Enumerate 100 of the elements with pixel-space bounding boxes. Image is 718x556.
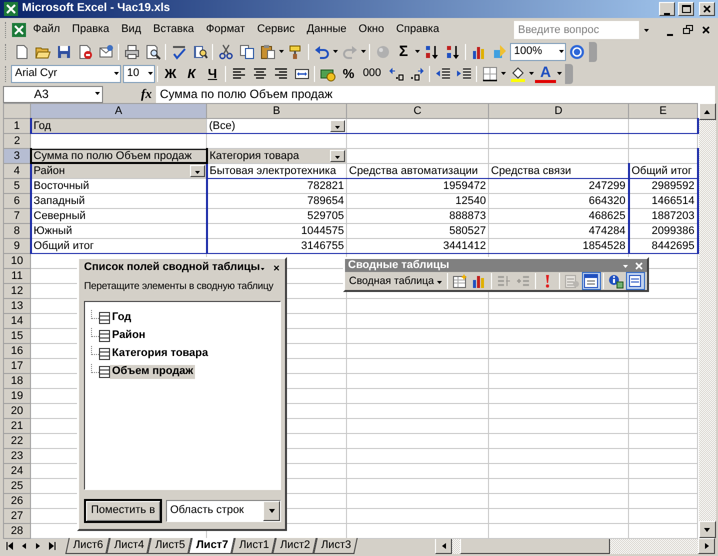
print-icon[interactable] xyxy=(124,44,140,60)
help-icon[interactable] xyxy=(568,44,584,60)
row-header[interactable]: 8 xyxy=(4,224,30,238)
field-item[interactable]: Категория товара xyxy=(110,347,210,361)
scrollbar-thumb[interactable] xyxy=(460,538,610,554)
borders-icon[interactable] xyxy=(482,66,498,82)
row-header[interactable]: 18 xyxy=(4,374,30,388)
menu-item[interactable]: Сервис xyxy=(251,22,301,36)
scroll-up-button[interactable] xyxy=(698,103,716,120)
italic-button[interactable]: К xyxy=(181,64,202,84)
field-item[interactable]: Год xyxy=(110,311,134,325)
sheet-tab[interactable]: Лист6 xyxy=(65,538,110,554)
scrollbar-track[interactable] xyxy=(452,538,460,554)
spelling-icon[interactable] xyxy=(170,44,186,60)
row-header[interactable]: 14 xyxy=(4,314,30,328)
field-item[interactable]: Объем продаж xyxy=(110,365,196,379)
underline-button[interactable]: Ч xyxy=(202,64,223,84)
menu-item[interactable]: Данные xyxy=(300,22,353,36)
pivot-table-menu[interactable]: Сводная таблица xyxy=(347,274,445,288)
row-header[interactable]: 4 xyxy=(4,164,30,178)
pivot-field-button[interactable]: Район xyxy=(30,164,206,178)
sheet-tab[interactable]: Лист3 xyxy=(314,538,358,554)
scroll-down-button[interactable] xyxy=(698,521,716,538)
font-size-dropdown[interactable]: 10 xyxy=(123,65,155,83)
formula-field[interactable]: Сумма по полю Объем продаж xyxy=(156,86,715,102)
row-header[interactable]: 21 xyxy=(4,418,30,434)
sheet-tab[interactable]: Лист7 xyxy=(188,538,235,554)
close-icon[interactable] xyxy=(700,24,712,36)
menu-item[interactable]: Файл xyxy=(27,22,66,36)
row-header[interactable]: 20 xyxy=(4,404,30,418)
row-header[interactable]: 17 xyxy=(4,358,30,374)
font-color-button[interactable]: A xyxy=(535,65,556,83)
column-header[interactable]: C xyxy=(346,104,488,118)
row-header[interactable]: 15 xyxy=(4,328,30,344)
field-icon[interactable] xyxy=(99,348,110,360)
scroll-right-button[interactable] xyxy=(698,538,715,554)
dropdown-button[interactable] xyxy=(330,120,345,132)
row-header[interactable]: 3 xyxy=(4,148,30,164)
area-dropdown[interactable]: Область строк xyxy=(166,500,281,522)
menu-item[interactable]: Окно xyxy=(352,22,390,36)
name-box[interactable]: A3 xyxy=(3,86,103,102)
undo-icon[interactable] xyxy=(314,44,330,60)
permission-icon[interactable] xyxy=(76,44,92,60)
menu-item[interactable]: Вставка xyxy=(147,22,200,36)
row-header[interactable]: 19 xyxy=(4,388,30,404)
bold-button[interactable]: Ж xyxy=(160,64,181,84)
row-header[interactable]: 27 xyxy=(4,508,30,524)
copy-icon[interactable] xyxy=(238,44,254,60)
column-header[interactable]: B xyxy=(206,104,346,118)
spreadsheet-document-icon[interactable] xyxy=(11,22,27,38)
save-icon[interactable] xyxy=(56,44,72,60)
function-button[interactable]: fx xyxy=(141,86,152,102)
paste-icon[interactable] xyxy=(260,44,276,60)
row-header[interactable]: 12 xyxy=(4,284,30,298)
column-header[interactable]: E xyxy=(628,104,698,118)
row-header[interactable]: 5 xyxy=(4,178,30,194)
arrow-icon[interactable] xyxy=(5,541,15,551)
arrow-icon[interactable] xyxy=(47,541,57,551)
chart-icon[interactable] xyxy=(470,44,486,60)
column-header[interactable]: A xyxy=(30,104,206,118)
sheet-tab[interactable]: Лист1 xyxy=(232,538,276,554)
menu-item[interactable]: Вид xyxy=(115,22,148,36)
row-header[interactable]: 23 xyxy=(4,448,30,464)
print-preview-icon[interactable] xyxy=(144,44,160,60)
menu-item[interactable]: Справка xyxy=(390,22,446,36)
row-header[interactable]: 25 xyxy=(4,478,30,494)
dropdown-button[interactable] xyxy=(330,150,345,162)
decrease-decimal-icon[interactable] xyxy=(408,66,424,82)
scroll-left-button[interactable] xyxy=(435,538,452,554)
restore-icon[interactable] xyxy=(682,24,694,36)
pivot-field-button[interactable]: Категория товара xyxy=(206,148,346,164)
row-header[interactable]: 26 xyxy=(4,494,30,508)
new-document-icon[interactable] xyxy=(14,44,30,60)
fill-color-icon[interactable] xyxy=(510,66,526,82)
cut-icon[interactable] xyxy=(218,44,234,60)
row-header[interactable]: 6 xyxy=(4,194,30,208)
row-header[interactable]: 13 xyxy=(4,298,30,314)
row-header[interactable]: 10 xyxy=(4,254,30,268)
merge-center-icon[interactable] xyxy=(294,66,310,82)
field-item[interactable]: Район xyxy=(110,329,148,343)
add-to-button[interactable]: Поместить в xyxy=(84,499,162,523)
field-icon[interactable] xyxy=(99,330,110,342)
font-name-dropdown[interactable]: Arial Cyr xyxy=(11,65,121,83)
help-search-field[interactable]: Введите вопрос xyxy=(514,20,639,38)
pivot-data-field[interactable]: Сумма по полю Объем продаж xyxy=(30,148,206,164)
dropdown-button[interactable] xyxy=(190,165,204,177)
row-header[interactable]: 28 xyxy=(4,524,30,538)
row-header[interactable]: 11 xyxy=(4,268,30,284)
sort-ascending-icon[interactable] xyxy=(424,44,440,60)
row-header[interactable]: 7 xyxy=(4,208,30,224)
row-header[interactable]: 22 xyxy=(4,434,30,448)
row-header[interactable]: 1 xyxy=(4,118,30,134)
zoom-dropdown[interactable]: 100% xyxy=(510,43,566,61)
menu-item[interactable]: Правка xyxy=(66,22,116,36)
increase-decimal-icon[interactable] xyxy=(388,66,404,82)
sheet-tab[interactable]: Лист5 xyxy=(147,538,192,554)
row-header[interactable]: 24 xyxy=(4,464,30,478)
sheet-tab[interactable]: Лист4 xyxy=(106,538,151,554)
format-painter-icon[interactable] xyxy=(288,44,304,60)
row-header[interactable]: 2 xyxy=(4,134,30,148)
